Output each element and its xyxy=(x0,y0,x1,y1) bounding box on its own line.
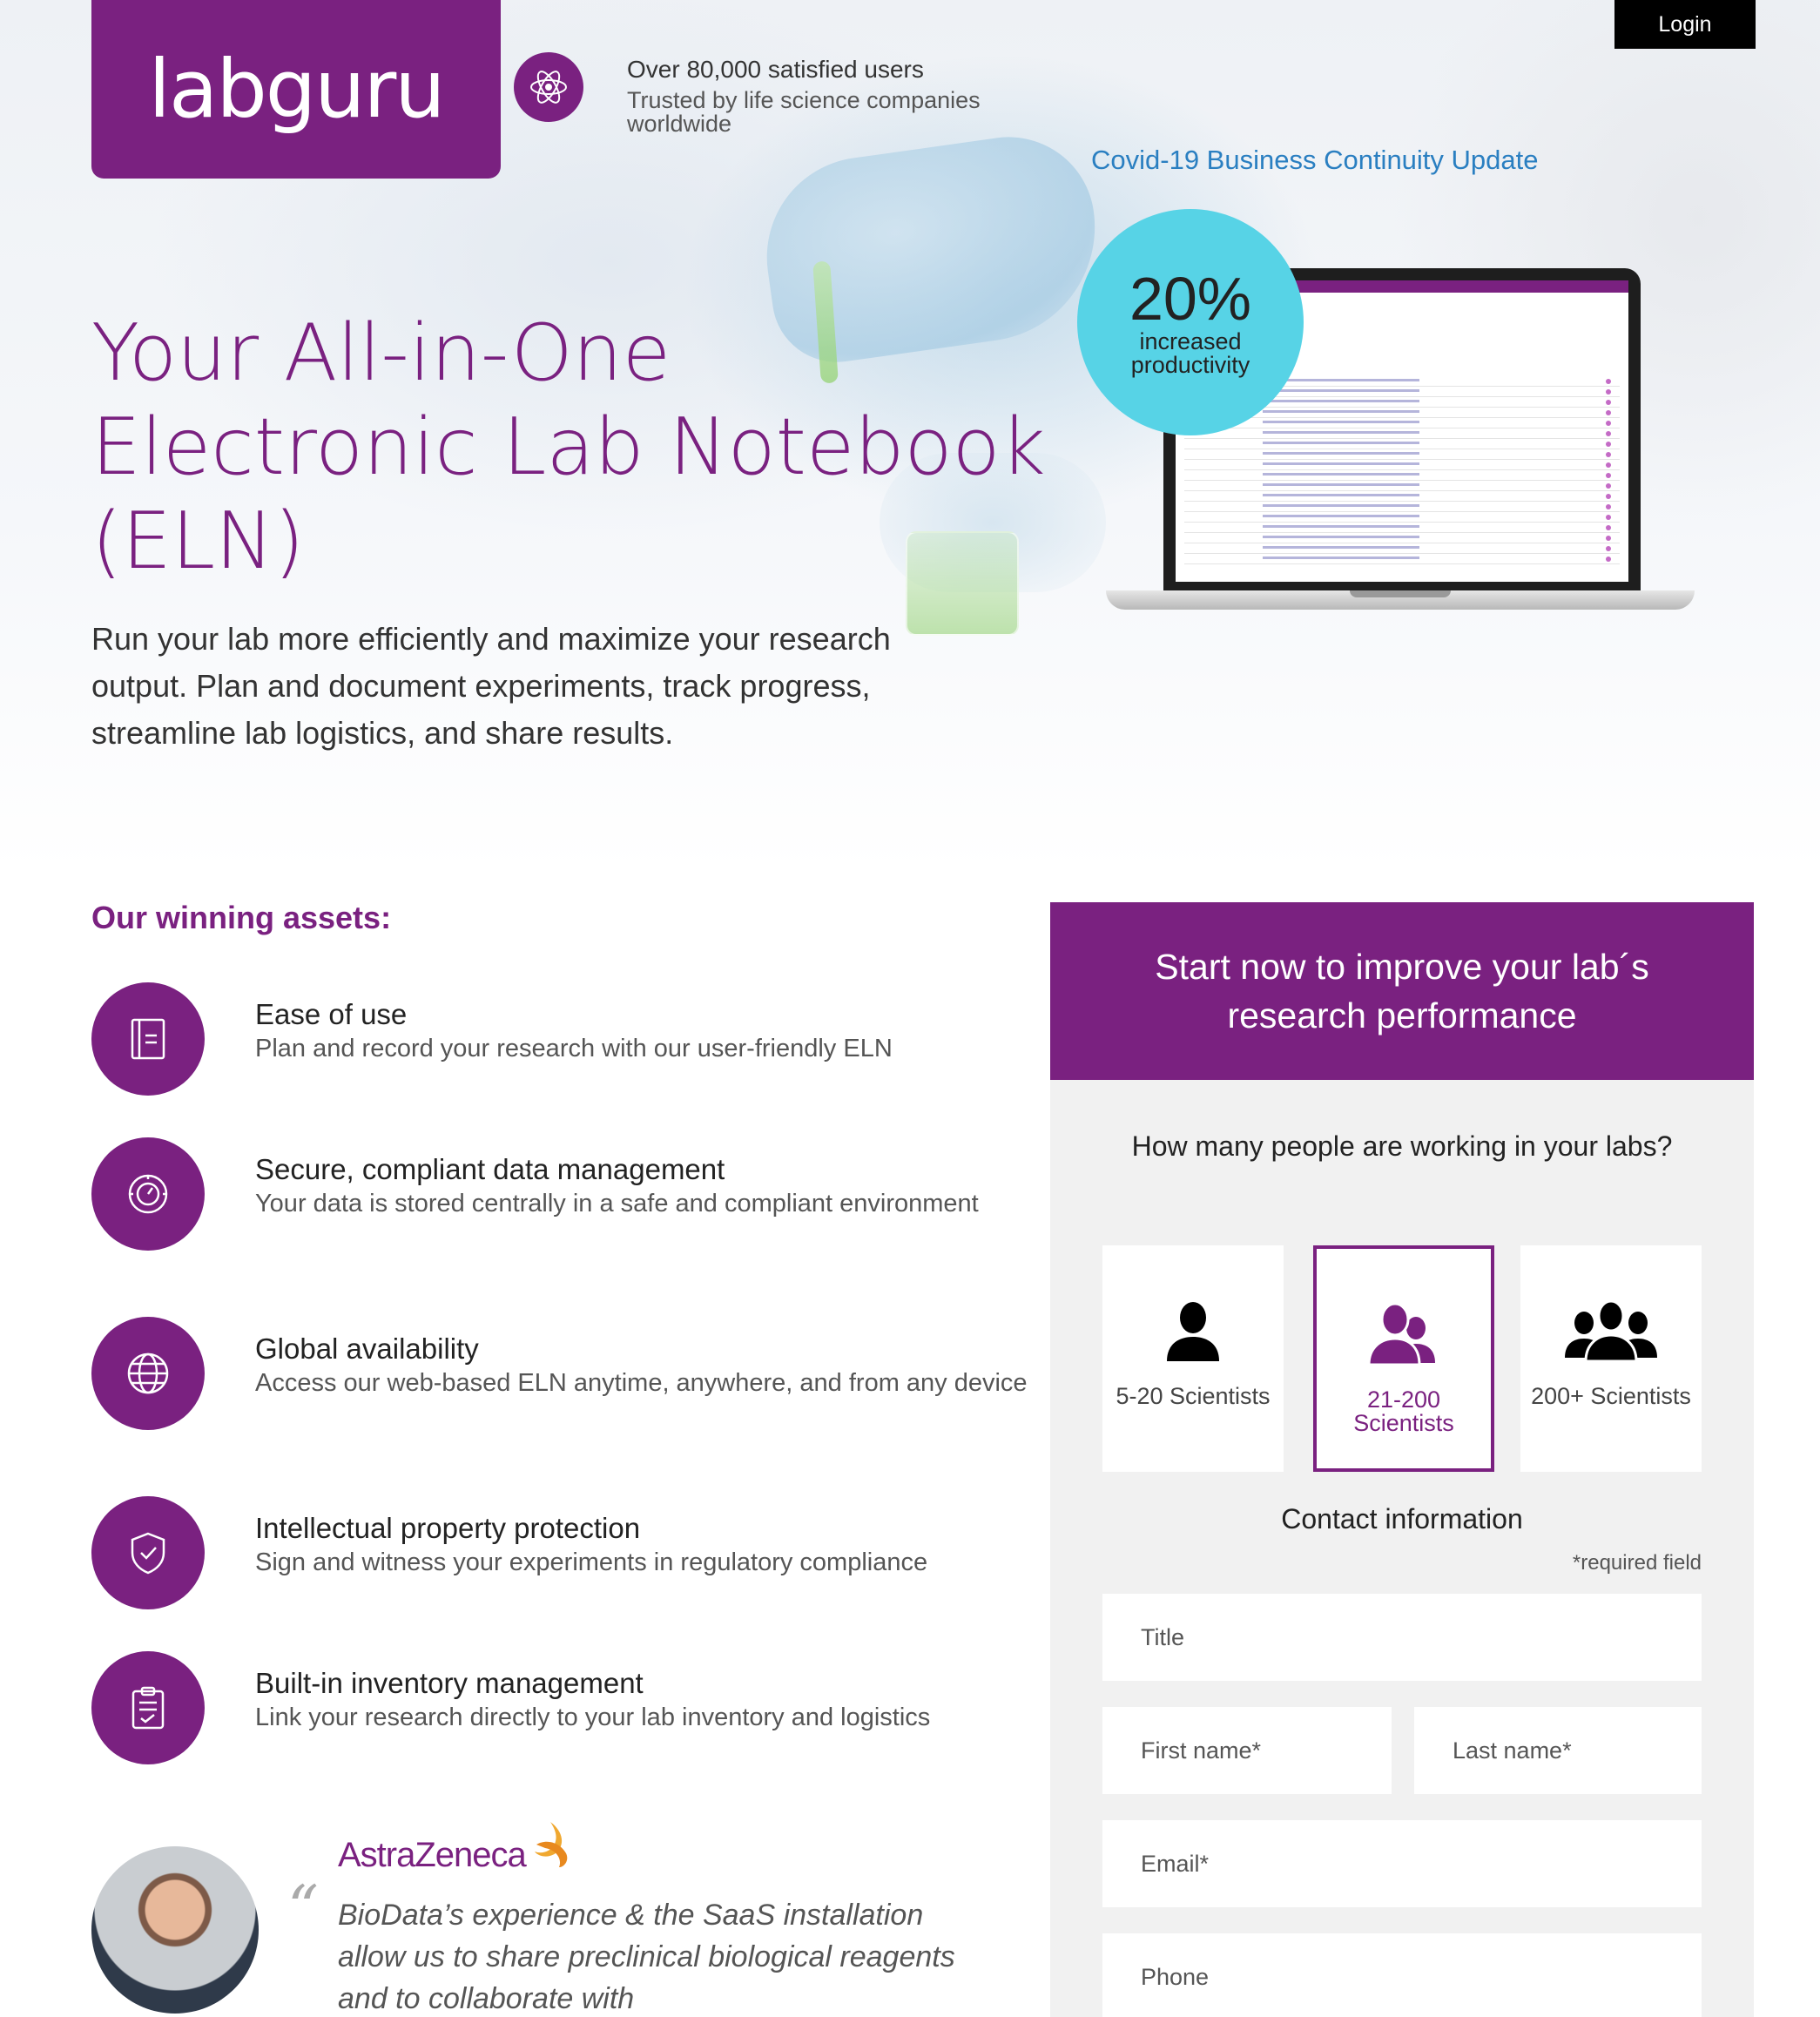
astrazeneca-logo: AstraZeneca xyxy=(338,1836,527,1874)
first-name-field[interactable] xyxy=(1102,1707,1392,1794)
table-row xyxy=(1184,428,1620,439)
asset-title: Ease of use xyxy=(255,998,408,1030)
table-row xyxy=(1184,470,1620,481)
option-label: 5-20 Scientists xyxy=(1116,1383,1271,1409)
asset-description: Plan and record your research with our u… xyxy=(255,1035,893,1062)
hero-title-line: (ELN) xyxy=(91,496,305,587)
asset-item-ip-protection: Intellectual property protection Sign an… xyxy=(91,1496,1032,1609)
lab-size-question: How many people are working in your labs… xyxy=(1131,1130,1673,1162)
table-row xyxy=(1184,491,1620,502)
asset-description: Your data is stored centrally in a safe … xyxy=(255,1190,979,1218)
option-21-200-scientists[interactable]: 21-200 Scientists xyxy=(1313,1245,1494,1472)
table-row xyxy=(1184,533,1620,543)
atom-icon xyxy=(514,52,583,122)
hero-title-line: Electronic Lab Notebook xyxy=(91,401,1046,493)
stat-value: 20% xyxy=(1129,265,1252,333)
hero-title-line: Your All-in-One xyxy=(91,307,671,399)
required-field-note: *required field xyxy=(1572,1551,1702,1575)
option-5-20-scientists[interactable]: 5-20 Scientists xyxy=(1102,1245,1284,1472)
globe-icon xyxy=(91,1317,205,1430)
table-row xyxy=(1184,502,1620,512)
title-field[interactable] xyxy=(1102,1594,1702,1681)
table-row xyxy=(1184,439,1620,449)
assets-heading: Our winning assets: xyxy=(91,900,392,935)
hero-description: Run your lab more efficiently and maximi… xyxy=(91,621,891,751)
form-heading: Start now to improve your lab´s research… xyxy=(1050,902,1754,1080)
productivity-stat-badge: 20% increased productivity xyxy=(1077,209,1304,435)
tagline-trusted: Trusted by life science companies worldw… xyxy=(627,87,981,137)
labguru-logo[interactable]: labguru xyxy=(91,0,501,179)
quote-mark: “ xyxy=(287,1872,319,1944)
asset-description: Sign and witness your experiments in reg… xyxy=(255,1548,928,1576)
signup-form: Start now to improve your lab´s research… xyxy=(1050,902,1754,2017)
option-label: 200+ Scientists xyxy=(1531,1383,1691,1409)
option-label: 21-200 Scientists xyxy=(1353,1386,1454,1436)
logo-text: labguru xyxy=(148,43,445,136)
group-people-icon xyxy=(1563,1291,1659,1369)
testimonial-quote: BioData’s experience & the SaaS installa… xyxy=(338,1899,955,2015)
asset-title: Built-in inventory management xyxy=(255,1667,644,1699)
asset-item-secure-data: Secure, compliant data management Your d… xyxy=(91,1137,1032,1251)
asset-description: Access our web-based ELN anytime, anywhe… xyxy=(255,1369,1028,1397)
asset-title: Global availability xyxy=(255,1332,479,1365)
asset-item-inventory: Built-in inventory management Link your … xyxy=(91,1651,1032,1764)
stat-label: increased productivity xyxy=(1130,328,1250,378)
asset-item-global-availability: Global availability Access our web-based… xyxy=(91,1317,1032,1430)
login-button[interactable]: Login xyxy=(1614,0,1756,49)
laptop-notch xyxy=(1350,590,1451,597)
two-people-icon xyxy=(1362,1294,1446,1373)
safe-dial-icon xyxy=(91,1137,205,1251)
asset-item-ease-of-use: Ease of use Plan and record your researc… xyxy=(91,982,1032,1096)
asset-title: Secure, compliant data management xyxy=(255,1153,725,1185)
email-field[interactable] xyxy=(1102,1820,1702,1907)
single-person-icon xyxy=(1158,1291,1228,1369)
table-row xyxy=(1184,523,1620,533)
last-name-field[interactable] xyxy=(1414,1707,1702,1794)
astrazeneca-swirl-icon xyxy=(535,1822,568,1867)
hero-title: Your All-in-One Electronic Lab Notebook … xyxy=(91,307,1049,589)
table-row xyxy=(1184,543,1620,554)
covid-update-link[interactable]: Covid-19 Business Continuity Update xyxy=(1091,145,1539,176)
table-row xyxy=(1184,554,1620,564)
asset-title: Intellectual property protection xyxy=(255,1512,641,1544)
table-row xyxy=(1184,449,1620,460)
option-200-plus-scientists[interactable]: 200+ Scientists xyxy=(1520,1245,1702,1472)
testimonial-avatar xyxy=(91,1846,259,2014)
contact-info-title: Contact information xyxy=(1281,1503,1523,1535)
table-row xyxy=(1184,460,1620,470)
table-row xyxy=(1184,418,1620,428)
phone-field[interactable] xyxy=(1102,1933,1702,2017)
clipboard-check-icon xyxy=(91,1651,205,1764)
shield-check-icon xyxy=(91,1496,205,1609)
tagline-users: Over 80,000 satisfied users xyxy=(627,56,924,83)
table-row xyxy=(1184,512,1620,523)
table-row xyxy=(1184,481,1620,491)
notebook-icon xyxy=(91,982,205,1096)
asset-description: Link your research directly to your lab … xyxy=(255,1703,931,1731)
